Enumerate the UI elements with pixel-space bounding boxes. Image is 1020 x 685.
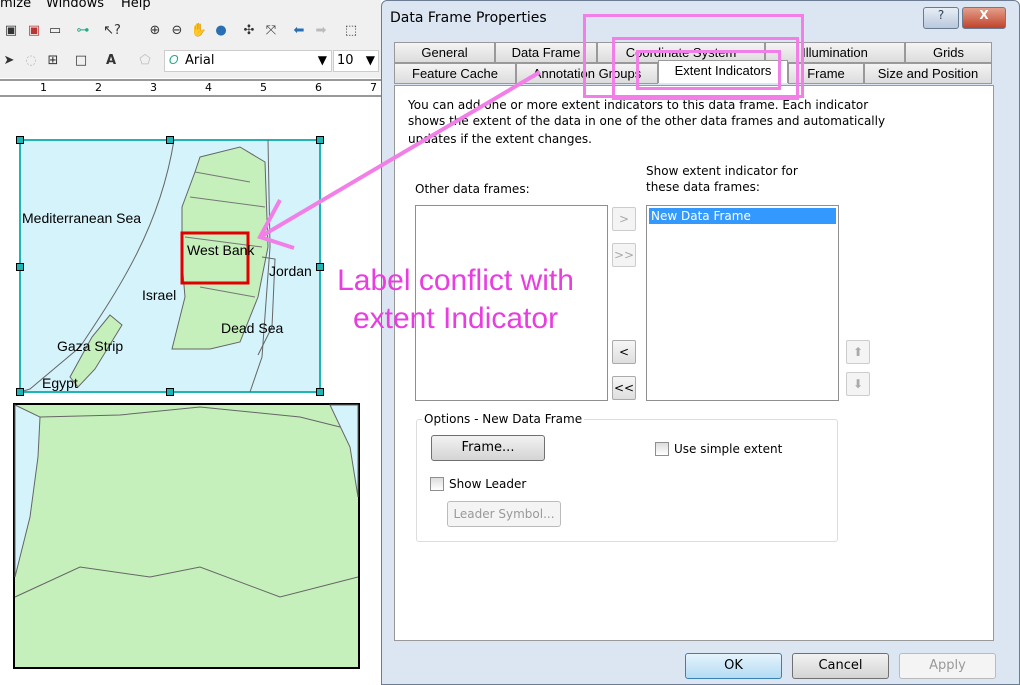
annotation-arrow [257,70,542,250]
annotation-text: Label conflict with extent Indicator [337,264,574,335]
